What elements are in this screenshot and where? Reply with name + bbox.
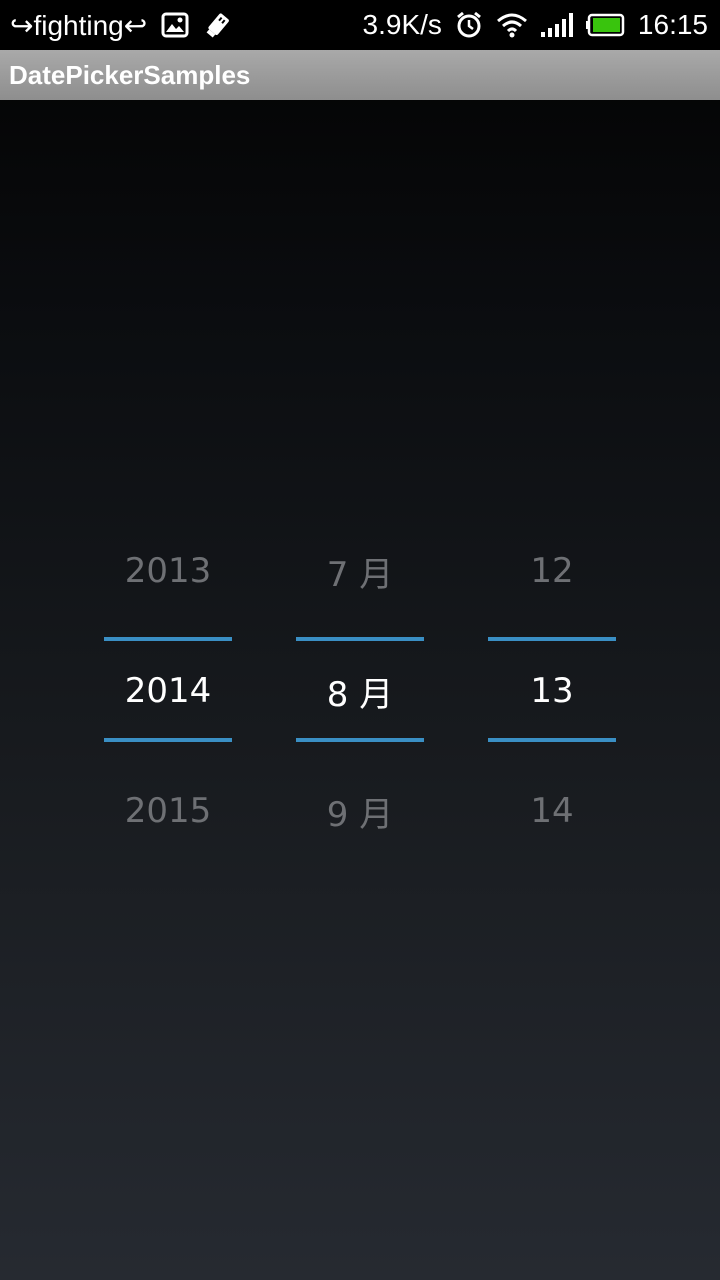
date-picker: 2013 2014 2015 7 月 8 月 9 月 12 13 14 (0, 0, 720, 1280)
month-picker[interactable]: 7 月 8 月 9 月 (296, 511, 424, 871)
day-picker[interactable]: 12 13 14 (488, 511, 616, 871)
day-prev[interactable]: 12 (488, 511, 616, 631)
day-divider-bottom (488, 738, 616, 742)
day-current[interactable]: 13 (488, 631, 616, 751)
day-next[interactable]: 14 (488, 751, 616, 871)
year-next[interactable]: 2015 (104, 751, 232, 871)
year-picker[interactable]: 2013 2014 2015 (104, 511, 232, 871)
month-current[interactable]: 8 月 (296, 631, 424, 751)
year-divider-bottom (104, 738, 232, 742)
month-next[interactable]: 9 月 (296, 751, 424, 871)
year-current[interactable]: 2014 (104, 631, 232, 751)
month-divider-bottom (296, 738, 424, 742)
year-prev[interactable]: 2013 (104, 511, 232, 631)
month-prev[interactable]: 7 月 (296, 511, 424, 631)
